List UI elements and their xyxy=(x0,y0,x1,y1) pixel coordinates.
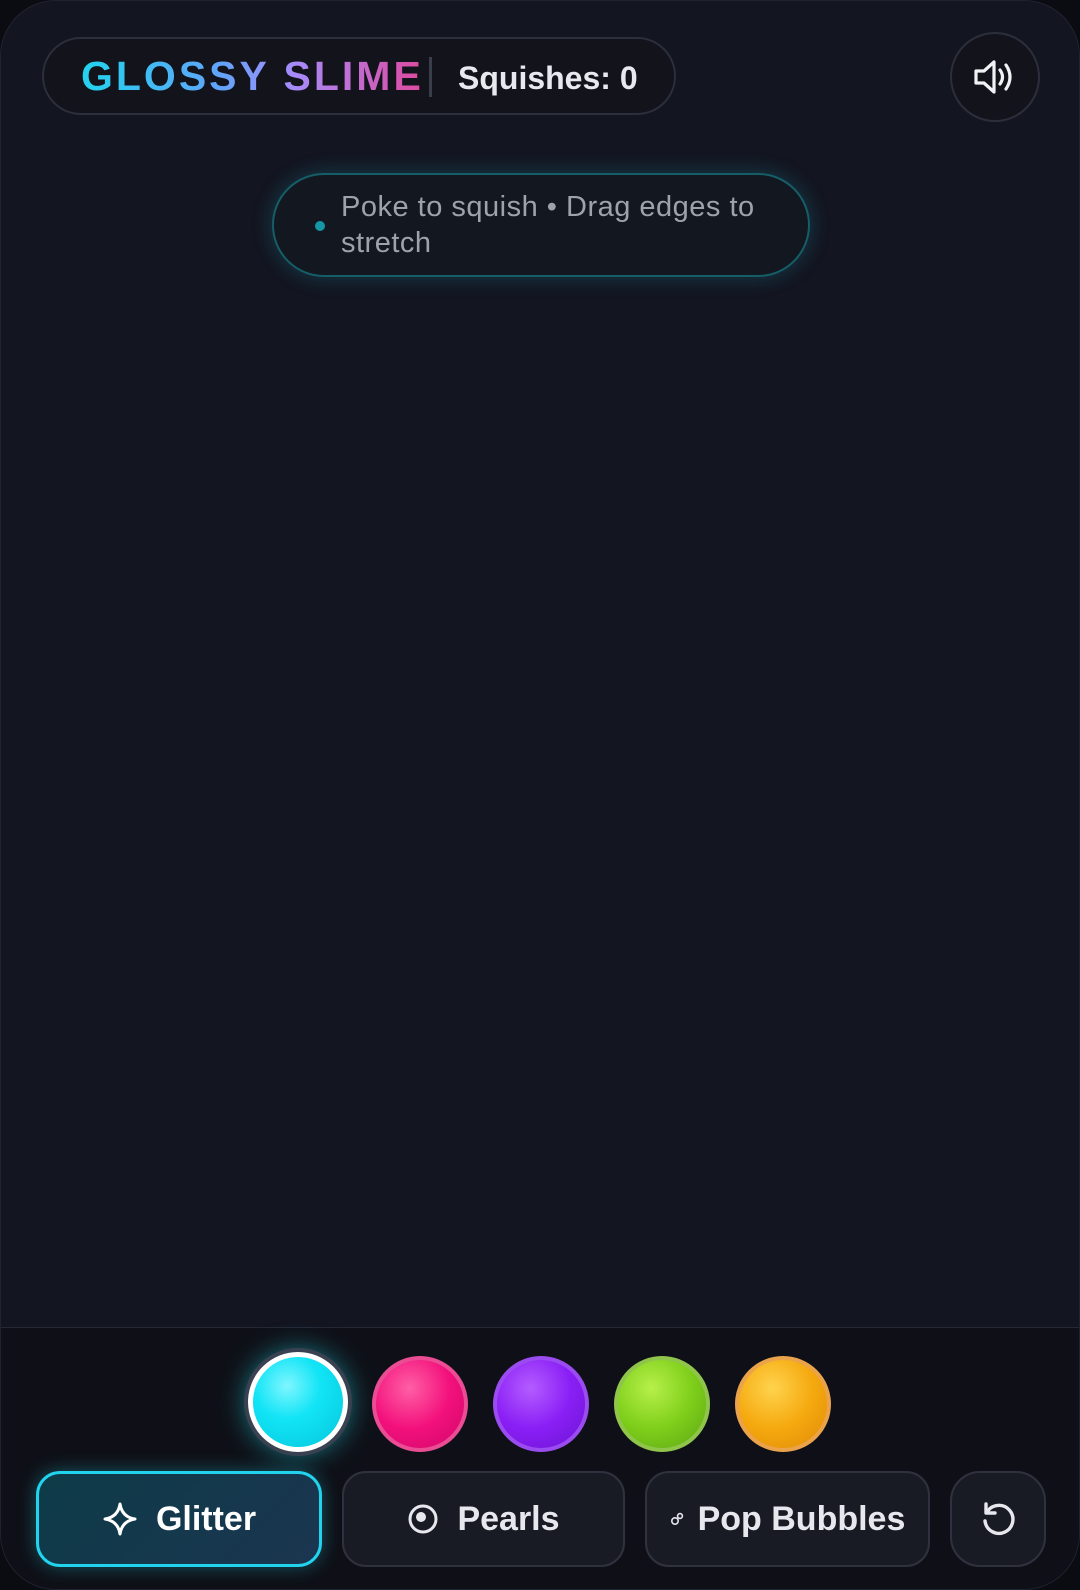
pop-bubbles-button[interactable]: Pop Bubbles xyxy=(645,1471,930,1567)
glitter-button[interactable]: Glitter xyxy=(36,1471,322,1567)
header-pill: GLOSSY SLIME Squishes: 0 xyxy=(42,37,676,115)
color-swatch-pink[interactable] xyxy=(372,1356,468,1452)
bottom-toolbar: Glitter Pearls Pop Bubbles xyxy=(1,1327,1079,1589)
speaker-volume-icon xyxy=(972,57,1018,97)
app-title: GLOSSY SLIME xyxy=(81,53,424,99)
pearl-target-icon xyxy=(407,1503,439,1535)
pearls-button[interactable]: Pearls xyxy=(342,1471,625,1567)
sparkle-icon xyxy=(102,1501,138,1537)
sound-toggle-button[interactable] xyxy=(950,32,1040,122)
color-swatch-green[interactable] xyxy=(614,1356,710,1452)
color-swatch-purple[interactable] xyxy=(493,1356,589,1452)
rotate-reset-icon xyxy=(978,1499,1018,1539)
color-swatch-cyan[interactable] xyxy=(248,1352,348,1452)
hint-dot-icon xyxy=(315,221,325,231)
reset-button[interactable] xyxy=(950,1471,1046,1567)
title-divider xyxy=(429,57,432,97)
squish-counter: Squishes: 0 xyxy=(458,60,638,96)
hint-banner: Poke to squish • Drag edges to stretch xyxy=(272,173,810,277)
hint-text: Poke to squish • Drag edges to stretch xyxy=(341,191,755,259)
pop-bubbles-label: Pop Bubbles xyxy=(697,1499,906,1538)
color-swatch-orange[interactable] xyxy=(735,1356,831,1452)
slime-app: GLOSSY SLIME Squishes: 0 Poke to squish … xyxy=(0,0,1080,1590)
bubble-icon xyxy=(670,1512,684,1526)
pearls-label: Pearls xyxy=(457,1499,560,1538)
glitter-label: Glitter xyxy=(155,1499,257,1538)
